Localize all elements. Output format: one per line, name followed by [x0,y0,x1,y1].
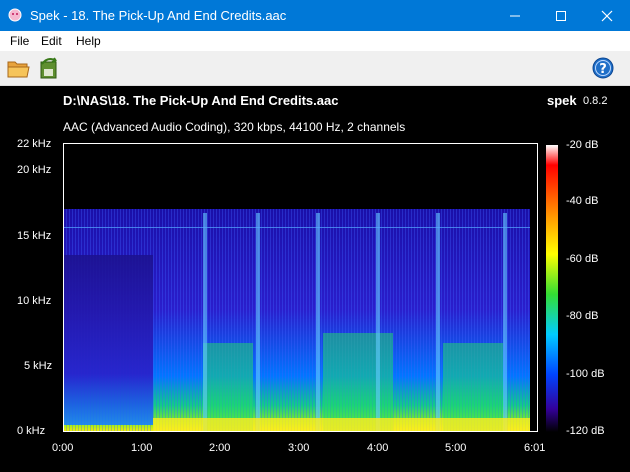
maximize-button[interactable] [538,0,584,31]
transient-line [256,213,260,432]
spectrogram-plot [63,143,538,432]
color-scale-bar [546,145,558,432]
menu-bar: File Edit Help [0,31,630,51]
svg-text:?: ? [599,62,607,77]
x-tick: 4:00 [367,442,389,454]
spectrogram-svg [63,143,538,432]
colorbar-tick: -120 dB [566,425,605,437]
open-file-button[interactable] [6,56,32,80]
intro-region [63,255,153,425]
menu-help[interactable]: Help [76,34,101,48]
y-tick: 20 kHz [17,164,52,176]
title-bar: Spek - 18. The Pick-Up And End Credits.a… [0,0,630,31]
x-tick: 6:01 [524,442,546,454]
help-button[interactable]: ? [590,56,616,80]
folder-open-icon [7,61,30,78]
help-icon: ? [592,57,614,79]
menu-file[interactable]: File [10,34,29,48]
x-tick: 2:00 [209,442,231,454]
colorbar-tick: -60 dB [566,253,599,265]
x-tick: 5:00 [445,442,467,454]
save-screenshot-button[interactable] [36,56,62,80]
minimize-icon [510,15,520,16]
colorbar-tick: -100 dB [566,368,605,380]
transient-line [503,213,507,432]
codec-info: AAC (Advanced Audio Coding), 320 kbps, 4… [63,120,406,134]
y-tick: 15 kHz [17,230,52,242]
colorbar-tick: -80 dB [566,310,599,322]
save-icon [40,57,57,79]
transient-line [203,213,207,432]
file-path: D:\NAS\18. The Pick-Up And End Credits.a… [63,93,339,108]
colorbar-tick: -40 dB [566,195,599,207]
tone-line [63,227,530,228]
window-title: Spek - 18. The Pick-Up And End Credits.a… [30,8,287,23]
colorbar-tick: -20 dB [566,139,599,151]
transient-line [436,213,440,432]
minimize-button[interactable] [492,0,538,31]
transient-line [316,213,320,432]
transient-line [376,213,380,432]
menu-edit[interactable]: Edit [41,34,62,48]
loud-section [323,333,393,432]
x-tick: 0:00 [52,442,74,454]
x-tick: 1:00 [131,442,153,454]
close-button[interactable] [584,0,630,31]
maximize-icon [556,10,566,21]
app-version: 0.8.2 [583,95,608,107]
close-icon [601,10,613,21]
y-tick: 10 kHz [17,295,52,307]
y-tick: 5 kHz [24,360,53,372]
app-name: spek [547,93,577,108]
low-frequency-band [153,418,530,432]
x-tick: 3:00 [288,442,310,454]
y-tick: 0 kHz [17,425,46,437]
spek-app-icon [8,8,22,22]
toolbar: ? [0,51,630,86]
y-tick: 22 kHz [17,138,52,150]
